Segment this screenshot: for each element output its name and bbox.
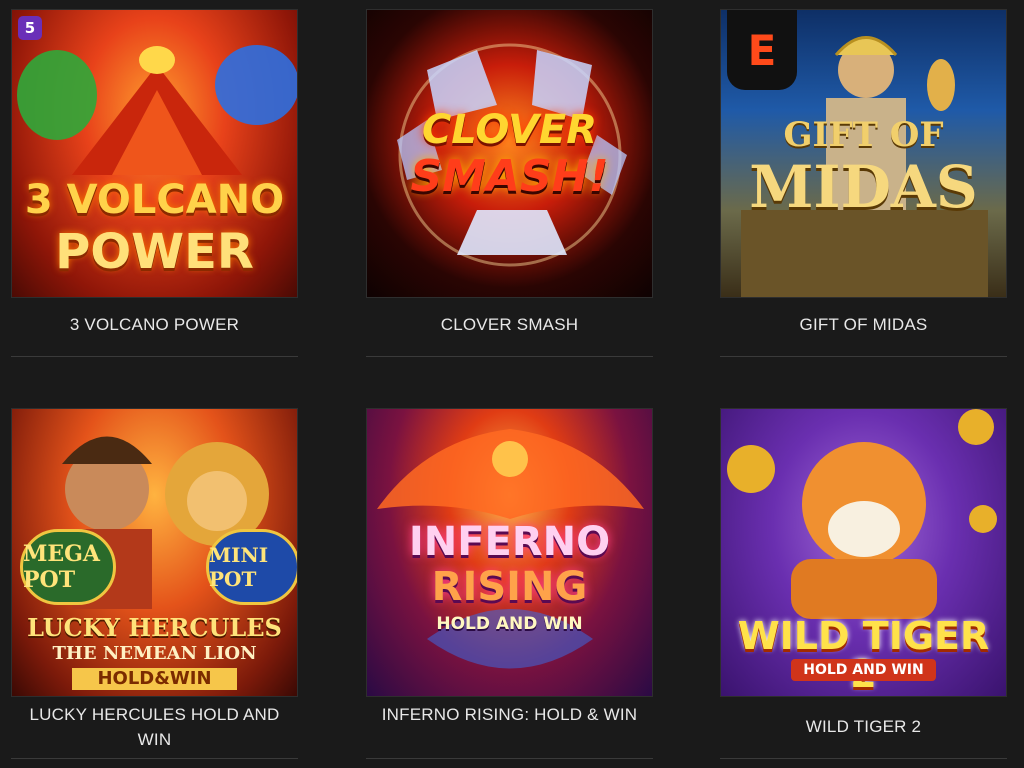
provider-logo-icon: 5 bbox=[18, 16, 42, 40]
art-title-line-2: RISING bbox=[431, 564, 588, 610]
game-title[interactable]: GIFT OF MIDAS bbox=[720, 312, 1007, 337]
art-title-line-2: THE NEMEAN LION bbox=[52, 643, 257, 664]
game-card-clover-smash[interactable]: CLOVER SMASH! CLOVER SMASH bbox=[366, 9, 653, 337]
row-divider bbox=[366, 356, 653, 357]
game-card-lucky-hercules[interactable]: MEGA POT MINI POT LUCKY HERCULES THE NEM… bbox=[11, 408, 298, 752]
mega-pot-badge: MEGA POT bbox=[20, 529, 116, 605]
game-thumbnail[interactable]: CLOVER SMASH! bbox=[366, 9, 653, 298]
game-grid: 5 3 VOLCANO POWER 3 VOLCANO POWER CLOVER… bbox=[0, 0, 1024, 768]
game-title[interactable]: WILD TIGER 2 bbox=[720, 714, 1007, 739]
art-title-line-2: POWER bbox=[55, 224, 254, 280]
art-title-line-1: INFERNO bbox=[408, 519, 611, 565]
mini-pot-badge: MINI POT bbox=[206, 529, 297, 605]
game-thumbnail[interactable]: WILD TIGER 2 HOLD AND WIN bbox=[720, 408, 1007, 697]
game-title[interactable]: CLOVER SMASH bbox=[366, 312, 653, 337]
provider-logo-icon: E bbox=[727, 10, 797, 90]
game-thumbnail[interactable]: 5 3 VOLCANO POWER bbox=[11, 9, 298, 298]
art-title-line-2: HOLD AND WIN bbox=[791, 659, 936, 681]
art-title-line-1: LUCKY HERCULES bbox=[27, 613, 282, 642]
row-divider bbox=[720, 758, 1007, 759]
game-thumbnail[interactable]: MEGA POT MINI POT LUCKY HERCULES THE NEM… bbox=[11, 408, 298, 697]
art-title-line-2: SMASH! bbox=[410, 151, 609, 202]
game-title[interactable]: INFERNO RISING: HOLD & WIN bbox=[366, 702, 653, 727]
art-title-line-1: CLOVER bbox=[421, 107, 598, 153]
art-title-line-1: 3 VOLCANO bbox=[24, 177, 285, 223]
game-thumbnail[interactable]: E GIFT OF MIDAS bbox=[720, 9, 1007, 298]
row-divider bbox=[11, 758, 298, 759]
game-card-gift-of-midas[interactable]: E GIFT OF MIDAS GIFT OF MIDAS bbox=[720, 9, 1007, 337]
game-card-wild-tiger-2[interactable]: WILD TIGER 2 HOLD AND WIN WILD TIGER 2 bbox=[720, 408, 1007, 739]
game-card-3-volcano-power[interactable]: 5 3 VOLCANO POWER 3 VOLCANO POWER bbox=[11, 9, 298, 337]
game-title[interactable]: LUCKY HERCULES HOLD AND WIN bbox=[11, 702, 298, 752]
game-thumbnail[interactable]: INFERNO RISING HOLD AND WIN bbox=[366, 408, 653, 697]
row-divider bbox=[720, 356, 1007, 357]
art-title-line-2: MIDAS bbox=[749, 153, 978, 221]
art-title-line-3: HOLD AND WIN bbox=[436, 614, 583, 634]
game-title[interactable]: 3 VOLCANO POWER bbox=[11, 312, 298, 337]
row-divider bbox=[11, 356, 298, 357]
game-card-inferno-rising[interactable]: INFERNO RISING HOLD AND WIN INFERNO RISI… bbox=[366, 408, 653, 727]
row-divider bbox=[366, 758, 653, 759]
art-title-line-3: HOLD&WIN bbox=[72, 668, 237, 690]
art-title-line-1: WILD TIGER 2 bbox=[737, 614, 990, 693]
art-title-line-1: GIFT OF bbox=[783, 115, 944, 155]
